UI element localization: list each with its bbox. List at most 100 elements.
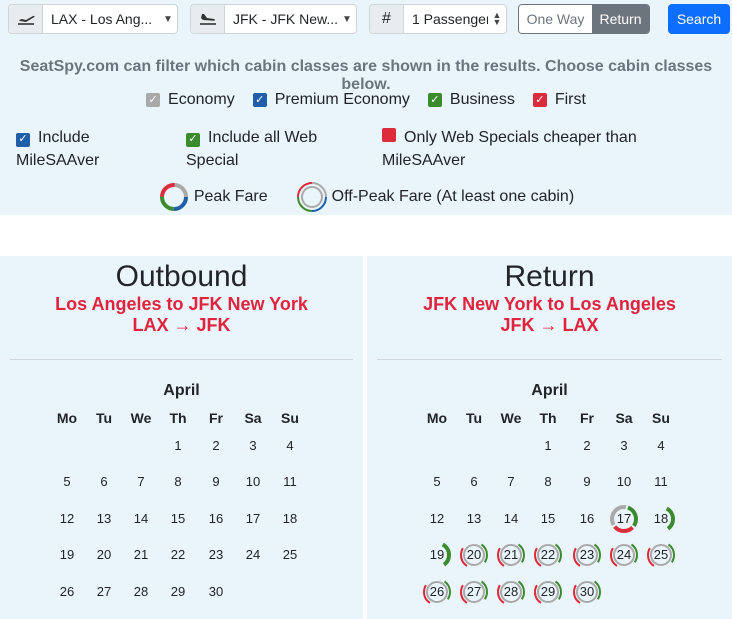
calendar-day[interactable]: 15 xyxy=(160,501,196,537)
calendar-day[interactable]: 21 xyxy=(123,537,159,573)
calendar-day[interactable]: 10 xyxy=(235,464,271,500)
calendar-day[interactable]: 4 xyxy=(272,428,308,464)
day-number: 17 xyxy=(245,511,261,526)
calendar-day[interactable]: 2 xyxy=(569,428,605,464)
origin-select[interactable]: LAX - Los Ang... ▼ xyxy=(8,4,178,34)
calendar-day[interactable]: 12 xyxy=(419,501,455,537)
calendar-day[interactable]: 10 xyxy=(606,464,642,500)
check-icon: ✓ xyxy=(532,93,547,107)
calendar-day[interactable]: 27 xyxy=(456,574,492,610)
offpeak-ring-icon xyxy=(296,182,327,212)
calendar-day[interactable]: 27 xyxy=(86,574,122,610)
calendar-day[interactable]: 24 xyxy=(606,537,642,573)
calendar-day[interactable]: 30 xyxy=(569,574,605,610)
calendar-day[interactable]: 8 xyxy=(530,464,566,500)
calendar-day[interactable]: 16 xyxy=(569,501,605,537)
calendar-day[interactable]: 9 xyxy=(569,464,605,500)
include-saver-checkbox[interactable]: ✓ Include MileSAAver xyxy=(16,126,166,172)
day-number: 19 xyxy=(429,547,445,562)
calendar-day[interactable]: 17 xyxy=(235,501,271,537)
calendar-day[interactable]: 25 xyxy=(643,537,679,573)
calendar-day[interactable]: 1 xyxy=(160,428,196,464)
day-number: 5 xyxy=(63,474,71,489)
calendar-day[interactable]: 14 xyxy=(123,501,159,537)
calendar-day[interactable]: 3 xyxy=(606,428,642,464)
day-number: 16 xyxy=(579,511,595,526)
calendar-day[interactable]: 9 xyxy=(198,464,234,500)
calendar-day[interactable]: 19 xyxy=(419,537,455,573)
day-number: 28 xyxy=(133,584,149,599)
calendar-day[interactable]: 12 xyxy=(49,501,85,537)
only-web-checkbox[interactable]: Only Web Specials cheaper than MileSAAve… xyxy=(382,126,652,172)
calendar-day[interactable]: 15 xyxy=(530,501,566,537)
check-icon: ✓ xyxy=(252,93,267,107)
calendar-day[interactable]: 6 xyxy=(86,464,122,500)
cabin-economy-checkbox[interactable]: ✓ Economy xyxy=(146,91,235,109)
calendar-day[interactable]: 13 xyxy=(86,501,122,537)
calendar-day[interactable]: 1 xyxy=(530,428,566,464)
include-web-checkbox[interactable]: ✓ Include all Web Special xyxy=(186,126,356,172)
brand-name: SeatSpy.com xyxy=(19,58,120,75)
calendar-day[interactable]: 4 xyxy=(643,428,679,464)
calendar-day[interactable]: 28 xyxy=(493,574,529,610)
calendar-day[interactable]: 18 xyxy=(272,501,308,537)
outbound-route: Los Angeles to JFK New York LAX → JFK xyxy=(0,294,363,336)
day-number: 9 xyxy=(212,474,220,489)
one-way-button[interactable]: One Way xyxy=(519,5,592,33)
calendar-day[interactable]: 8 xyxy=(160,464,196,500)
search-button[interactable]: Search xyxy=(668,4,730,34)
day-number: 1 xyxy=(544,438,552,453)
passenger-select[interactable]: # 1 Passenger ▲ ▼ xyxy=(369,4,507,34)
day-number: 12 xyxy=(59,511,75,526)
return-button[interactable]: Return xyxy=(592,5,649,33)
calendar-day[interactable]: 22 xyxy=(160,537,196,573)
calendar-day[interactable]: 20 xyxy=(86,537,122,573)
weekday-header: Mo xyxy=(426,410,448,426)
calendar-day[interactable]: 23 xyxy=(198,537,234,573)
calendar-day[interactable]: 29 xyxy=(530,574,566,610)
calendar-day[interactable]: 28 xyxy=(123,574,159,610)
destination-select[interactable]: JFK - JFK New... ▼ xyxy=(190,4,357,34)
day-number: 17 xyxy=(616,511,632,526)
day-number: 30 xyxy=(579,584,595,599)
calendar-day[interactable]: 11 xyxy=(643,464,679,500)
calendar-day[interactable]: 6 xyxy=(456,464,492,500)
cabin-label: Economy xyxy=(168,91,235,108)
day-number: 16 xyxy=(208,511,224,526)
calendar-day[interactable]: 18 xyxy=(643,501,679,537)
weekday-header: Sa xyxy=(615,410,633,426)
calendar-day[interactable]: 17 xyxy=(606,501,642,537)
calendar-day[interactable]: 29 xyxy=(160,574,196,610)
day-number: 13 xyxy=(466,511,482,526)
calendar-day[interactable]: 5 xyxy=(419,464,455,500)
filter-intro: SeatSpy.com can filter which cabin class… xyxy=(0,58,732,94)
calendar-day[interactable]: 3 xyxy=(235,428,271,464)
calendar-day[interactable]: 13 xyxy=(456,501,492,537)
passenger-value: 1 Passenger xyxy=(412,11,488,27)
calendar-day[interactable]: 26 xyxy=(419,574,455,610)
calendar-day[interactable]: 20 xyxy=(456,537,492,573)
destination-value: JFK - JFK New... xyxy=(233,11,338,27)
calendar-day[interactable]: 24 xyxy=(235,537,271,573)
calendar-day[interactable]: 22 xyxy=(530,537,566,573)
calendar-day[interactable]: 25 xyxy=(272,537,308,573)
calendar-day[interactable]: 5 xyxy=(49,464,85,500)
calendar-day[interactable]: 7 xyxy=(123,464,159,500)
outbound-panel: Outbound Los Angeles to JFK New York LAX… xyxy=(0,256,363,619)
cabin-premium-checkbox[interactable]: ✓ Premium Economy xyxy=(252,91,410,109)
day-number: 11 xyxy=(283,474,297,489)
cabin-business-checkbox[interactable]: ✓ Business xyxy=(427,91,515,109)
calendar-day[interactable]: 30 xyxy=(198,574,234,610)
calendar-day[interactable]: 23 xyxy=(569,537,605,573)
calendar-day[interactable]: 2 xyxy=(198,428,234,464)
calendar-day[interactable]: 16 xyxy=(198,501,234,537)
calendar-day[interactable]: 19 xyxy=(49,537,85,573)
calendar-day[interactable]: 21 xyxy=(493,537,529,573)
weekday-header: Su xyxy=(652,410,670,426)
cabin-first-checkbox[interactable]: ✓ First xyxy=(532,91,586,109)
calendar-day[interactable]: 26 xyxy=(49,574,85,610)
weekday-header: Fr xyxy=(209,410,223,426)
calendar-day[interactable]: 14 xyxy=(493,501,529,537)
calendar-day[interactable]: 11 xyxy=(272,464,308,500)
calendar-day[interactable]: 7 xyxy=(493,464,529,500)
